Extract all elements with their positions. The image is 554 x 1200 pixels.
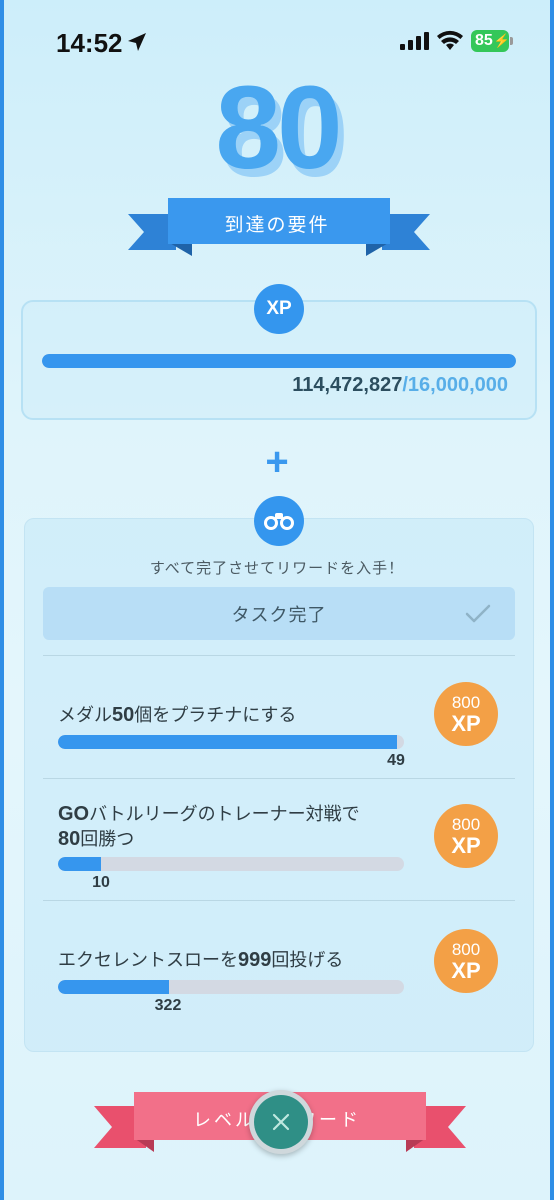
xp-current: 114,472,827: [292, 374, 403, 396]
task-complete-label: タスク完了: [231, 605, 327, 625]
task-title-number: 50: [112, 704, 135, 726]
reward-instruction: すべて完了させてリワードを入手！: [149, 559, 405, 577]
binoculars-icon: [254, 496, 304, 546]
task-title-number: 80: [58, 828, 81, 850]
status-time: 14:52: [56, 28, 123, 58]
xp-goal: 16,000,000: [407, 374, 508, 396]
task-title-text: 回投げる: [271, 950, 344, 971]
close-button[interactable]: [249, 1090, 313, 1154]
reward-unit: XP: [451, 957, 481, 983]
task-progress-bar: [58, 980, 404, 994]
task-progress-value: 49: [387, 752, 405, 769]
task-progress-bar: [58, 735, 404, 749]
task-title-number: 999: [238, 949, 272, 971]
check-icon: [465, 604, 491, 623]
task-row: メダル50個をプラチナにする 49 800 XP: [43, 656, 515, 776]
xp-reward-badge: 800 XP: [434, 682, 498, 746]
level-number: 80: [215, 62, 342, 194]
xp-progress-fill: [42, 354, 516, 368]
reward-amount: 800: [451, 814, 481, 834]
close-icon: [272, 1113, 290, 1131]
task-complete-button[interactable]: タスク完了: [43, 587, 515, 640]
xp-progress-bar: [42, 354, 516, 368]
xp-icon: XP: [254, 284, 304, 334]
task-title-text: 個をプラチナにする: [134, 705, 297, 726]
task-title-number: GO: [58, 803, 90, 825]
xp-reward-badge: 800 XP: [434, 804, 498, 868]
requirements-title: 到達の要件: [224, 214, 330, 236]
battery-indicator: 85 ⚡: [471, 30, 510, 52]
task-title: エクセレントスローを999回投げる: [58, 948, 403, 973]
cellular-signal-icon: [400, 32, 429, 50]
xp-reward-badge: 800 XP: [434, 929, 498, 993]
close-button-inner: [254, 1095, 308, 1149]
task-row: エクセレントスローを999回投げる 322 800 XP: [43, 900, 515, 1020]
reward-unit: XP: [451, 710, 481, 736]
plus-icon: +: [265, 440, 289, 484]
task-title: GOバトルリーグのトレーナー対戦で 80回勝つ: [58, 802, 403, 852]
wifi-icon: [437, 30, 463, 50]
task-progress-fill: [58, 735, 398, 749]
reward-unit: XP: [451, 832, 481, 858]
task-title-text: メダル: [58, 705, 112, 726]
task-title: メダル50個をプラチナにする: [58, 703, 403, 728]
screen: 14:52 85 ⚡ 80 到達の要件 XP 114,472,827/16,00…: [0, 0, 554, 1200]
task-title-text: 回勝つ: [80, 829, 135, 850]
charging-bolt-icon: ⚡: [493, 33, 510, 48]
task-progress-bar: [58, 857, 404, 871]
task-title-text: エクセレントスローを: [58, 950, 238, 971]
reward-amount: 800: [451, 692, 481, 712]
task-title-text: バトルリーグのトレーナー対戦で: [89, 804, 360, 825]
xp-values: 114,472,827/16,000,000: [292, 374, 508, 397]
task-progress-fill: [58, 857, 102, 871]
task-progress-fill: [58, 980, 170, 994]
reward-amount: 800: [451, 939, 481, 959]
battery-tip: [510, 37, 513, 45]
task-progress-value: 322: [154, 997, 182, 1014]
battery-level: 85: [475, 32, 493, 49]
task-row: GOバトルリーグのトレーナー対戦で 80回勝つ 10 800 XP: [43, 778, 515, 898]
location-arrow-icon: [128, 33, 146, 51]
task-progress-value: 10: [92, 874, 110, 891]
